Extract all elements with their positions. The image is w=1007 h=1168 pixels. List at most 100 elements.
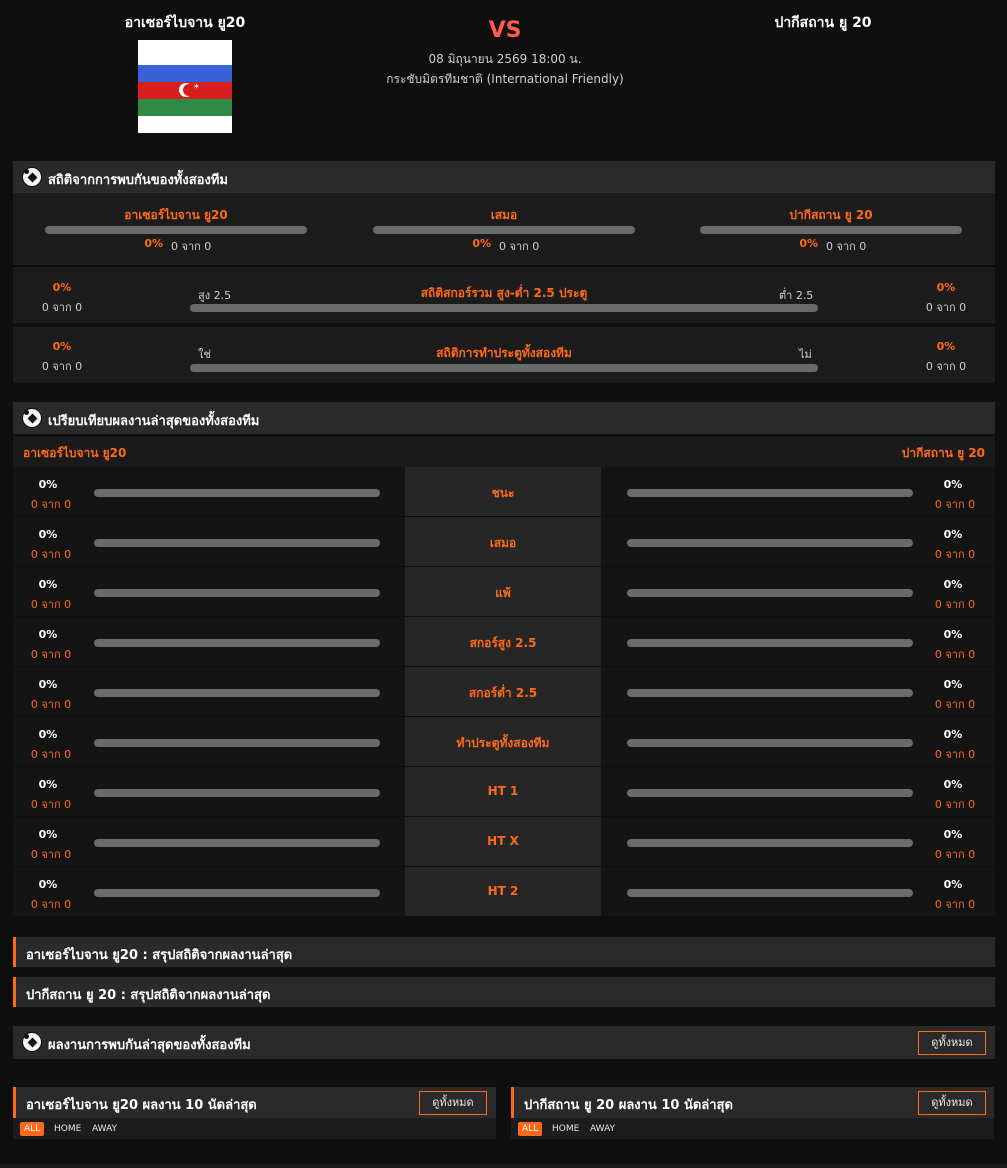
recent-home-tab-away[interactable]: AWAY (88, 1122, 121, 1136)
compare-row: 0% 0 จาก 0 ชนะ 0% 0 จาก 0 (13, 467, 995, 517)
compare-home-pct: 0% (38, 478, 58, 491)
home-team-name[interactable]: อาเซอร์ไบจาน ยู20 (55, 12, 315, 34)
over-pct: 0% (52, 281, 72, 294)
compare-home-cell: 0% 0 จาก 0 (13, 567, 405, 616)
compare-home-bar (94, 589, 380, 597)
compare-away-count: 0 จาก 0 (934, 548, 976, 561)
recent-away-tab-home[interactable]: HOME (548, 1122, 583, 1136)
compare-away-pct: 0% (943, 778, 963, 791)
recent-h2h-title: ผลงานการพบกันล่าสุดของทั้งสองทีม (48, 1038, 251, 1053)
compare-away-bar (627, 789, 913, 797)
compare-away-bar (627, 889, 913, 897)
recent-away-tab-away[interactable]: AWAY (586, 1122, 619, 1136)
compare-away-cell: 0% 0 จาก 0 (601, 467, 995, 516)
compare-home-bar (94, 539, 380, 547)
compare-away-cell: 0% 0 จาก 0 (601, 817, 995, 866)
compare-row-label: เสมอ (489, 536, 517, 550)
compare-section-header: เปรียบเทียบผลงานล่าสุดของทั้งสองทีม (13, 402, 995, 434)
soccer-ball-icon (22, 167, 42, 187)
recent-away-tab-all[interactable]: ALL (518, 1122, 543, 1136)
over-under-title: สถิติสกอร์รวม สูง-ต่ำ 2.5 ประตู (420, 286, 588, 300)
btts-yes-pct: 0% (52, 340, 72, 353)
compare-away-count: 0 จาก 0 (934, 748, 976, 761)
compare-home-cell: 0% 0 จาก 0 (13, 517, 405, 566)
compare-home-cell: 0% 0 จาก 0 (13, 717, 405, 766)
away-summary-header[interactable]: ปากีสถาน ยู 20 : สรุปสถิติจากผลงานล่าสุด (13, 977, 995, 1007)
under-pct: 0% (936, 281, 956, 294)
compare-home-cell: 0% 0 จาก 0 (13, 867, 405, 916)
compare-row-label: สกอร์ต่ำ 2.5 (468, 686, 538, 700)
compare-row: 0% 0 จาก 0 ทำประตูทั้งสองทีม 0% 0 จาก 0 (13, 717, 995, 767)
compare-away-label: ปากีสถาน ยู 20 (901, 446, 985, 460)
compare-away-pct: 0% (943, 728, 963, 741)
recent-home-view-all-button[interactable]: ดูทั้งหมด (419, 1091, 487, 1115)
compare-away-bar (627, 689, 913, 697)
compare-home-count: 0 จาก 0 (30, 748, 72, 761)
btts-bar (190, 364, 818, 372)
h2h-home-wins: อาเซอร์ไบจาน ยู20 0% 0 จาก 0 (45, 193, 307, 265)
recent-home-tab-home[interactable]: HOME (50, 1122, 85, 1136)
h2h-away-count: 0 จาก 0 (826, 240, 867, 253)
compare-away-bar (627, 839, 913, 847)
compare-away-count: 0 จาก 0 (934, 498, 976, 511)
recent-away-view-all-button[interactable]: ดูทั้งหมด (918, 1091, 986, 1115)
compare-home-count: 0 จาก 0 (30, 798, 72, 811)
compare-away-cell: 0% 0 จาก 0 (601, 667, 995, 716)
over-under-bar (190, 304, 818, 312)
compare-row: 0% 0 จาก 0 สกอร์ต่ำ 2.5 0% 0 จาก 0 (13, 667, 995, 717)
under-label: ต่ำ 2.5 (779, 289, 814, 302)
h2h-home-bar (45, 226, 307, 234)
compare-label-cell: ชนะ (405, 467, 601, 516)
compare-away-bar (627, 489, 913, 497)
h2h-draw-count: 0 จาก 0 (499, 240, 540, 253)
flag-star-icon: ✶ (193, 82, 200, 91)
compare-away-count: 0 จาก 0 (934, 798, 976, 811)
compare-home-count: 0 จาก 0 (30, 898, 72, 911)
recent-home-header: อาเซอร์ไบจาน ยู20 ผลงาน 10 นัดล่าสุด ดูท… (13, 1087, 496, 1118)
compare-home-cell: 0% 0 จาก 0 (13, 467, 405, 516)
h2h-draw-label: เสมอ (490, 208, 518, 222)
match-date: 08 มิถุนายน 2569 18:00 น. (428, 52, 582, 66)
compare-row: 0% 0 จาก 0 เสมอ 0% 0 จาก 0 (13, 517, 995, 567)
compare-home-pct: 0% (38, 528, 58, 541)
recent-h2h-view-all-button[interactable]: ดูทั้งหมด (918, 1031, 986, 1055)
compare-row: 0% 0 จาก 0 HT 1 0% 0 จาก 0 (13, 767, 995, 817)
compare-home-cell: 0% 0 จาก 0 (13, 767, 405, 816)
compare-away-cell: 0% 0 จาก 0 (601, 767, 995, 816)
btts-yes-label: ใช่ (198, 348, 211, 361)
h2h-away-wins: ปากีสถาน ยู 20 0% 0 จาก 0 (700, 193, 962, 265)
compare-home-count: 0 จาก 0 (30, 548, 72, 561)
compare-home-count: 0 จาก 0 (30, 698, 72, 711)
compare-away-pct: 0% (943, 628, 963, 641)
footer-divider (0, 1164, 1007, 1168)
match-header: อาเซอร์ไบจาน ยู20 ✶ VS 08 มิถุนายน 2569 … (0, 0, 1007, 150)
compare-away-cell: 0% 0 จาก 0 (601, 617, 995, 666)
h2h-home-pct: 0% (144, 237, 163, 250)
compare-home-pct: 0% (38, 878, 58, 891)
compare-row-label: สกอร์สูง 2.5 (469, 636, 537, 650)
compare-home-bar (94, 789, 380, 797)
compare-away-pct: 0% (943, 678, 963, 691)
compare-home-count: 0 จาก 0 (30, 598, 72, 611)
compare-home-pct: 0% (38, 828, 58, 841)
btts-no-count: 0 จาก 0 (925, 360, 967, 373)
compare-away-count: 0 จาก 0 (934, 648, 976, 661)
azerbaijan-flag-icon[interactable]: ✶ (138, 40, 232, 133)
home-summary-header[interactable]: อาเซอร์ไบจาน ยู20 : สรุปสถิติจากผลงานล่า… (13, 937, 995, 967)
h2h-draw-bar (373, 226, 635, 234)
compare-away-bar (627, 589, 913, 597)
compare-away-pct: 0% (943, 478, 963, 491)
over-count: 0 จาก 0 (41, 301, 83, 314)
btts-title: สถิติการทำประตูทั้งสองทีม (436, 346, 572, 360)
compare-home-pct: 0% (38, 778, 58, 791)
compare-away-bar (627, 539, 913, 547)
recent-home-tab-all[interactable]: ALL (20, 1122, 45, 1136)
h2h-draw-pct: 0% (472, 237, 491, 250)
away-team-name[interactable]: ปากีสถาน ยู 20 (693, 12, 953, 34)
flag-stripe-blue (138, 65, 232, 82)
recent-home-title: อาเซอร์ไบจาน ยู20 ผลงาน 10 นัดล่าสุด (26, 1098, 257, 1113)
compare-away-count: 0 จาก 0 (934, 698, 976, 711)
compare-home-label: อาเซอร์ไบจาน ยู20 (23, 446, 127, 460)
compare-row: 0% 0 จาก 0 HT 2 0% 0 จาก 0 (13, 867, 995, 917)
compare-home-pct: 0% (38, 728, 58, 741)
